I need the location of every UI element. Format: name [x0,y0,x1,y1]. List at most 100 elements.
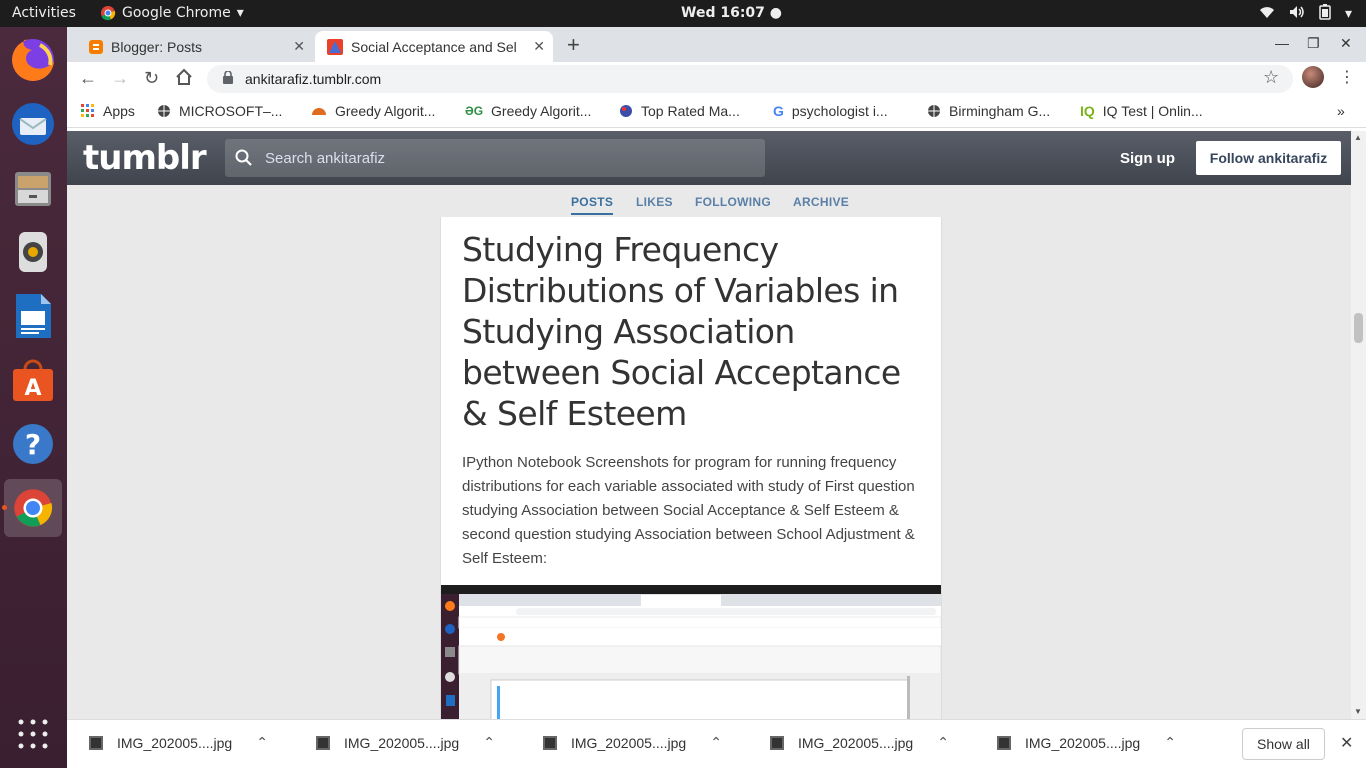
blogger-icon [89,39,103,54]
chrome-icon [14,489,53,527]
home-icon [176,68,192,85]
download-filename: IMG_202005....jpg [571,734,687,751]
dock-libreoffice-writer[interactable] [4,287,62,345]
follow-button[interactable]: Follow ankitarafiz [1196,141,1341,175]
post-body: IPython Notebook Screenshots for program… [462,454,915,567]
chevron-up-icon[interactable]: ⌃ [937,734,949,751]
chevron-up-icon[interactable]: ⌃ [1164,734,1176,751]
thunderbird-icon [12,103,54,145]
close-icon[interactable]: ✕ [533,38,545,55]
bookmark-greedy-2[interactable]: ƏG Greedy Algorit... [465,103,591,119]
tab-tumblr[interactable]: Social Acceptance and Sel ✕ [315,31,553,62]
shopping-bag-icon: A [13,359,53,401]
toolbar: ← → ↻ ankitarafiz.tumblr.com ☆ ⋮ [67,62,1366,96]
more-menu-icon[interactable]: ⋮ [1339,67,1355,87]
scrollbar-thumb[interactable] [1354,313,1363,343]
bookmark-birmingham[interactable]: Birmingham G... [927,103,1050,119]
chevron-down-icon: ▾ [1344,6,1352,22]
dock-firefox[interactable] [4,31,62,89]
download-item[interactable]: IMG_202005....jpg ⌃ [543,734,722,751]
download-item[interactable]: IMG_202005....jpg ⌃ [997,734,1176,751]
svg-text:A: A [24,376,41,401]
activities-button[interactable]: Activities [12,5,76,21]
chevron-up-icon[interactable]: ⌃ [483,734,495,751]
dock-files[interactable] [4,159,62,217]
globe-icon [620,105,632,117]
dock: A ? [0,27,67,768]
bookmark-microsoft[interactable]: MICROSOFT–... [157,103,282,119]
download-item[interactable]: IMG_202005....jpg ⌃ [89,734,268,751]
dock-chrome[interactable] [4,479,62,537]
show-applications-button[interactable] [4,705,62,763]
close-icon[interactable]: ✕ [293,38,305,55]
scroll-down-icon[interactable]: ▼ [1354,707,1362,716]
chrome-window: Blogger: Posts ✕ Social Acceptance and S… [67,27,1366,768]
new-tab-button[interactable]: + [567,32,580,58]
image-file-icon [89,735,103,750]
nav-likes[interactable]: LIKES [636,195,673,209]
app-menu[interactable]: Google Chrome ▾ [100,5,244,21]
bookmark-label: psychologist i... [791,103,888,119]
close-window-button[interactable]: ✕ [1340,35,1352,52]
search-input[interactable]: Search ankitarafiz [225,139,765,177]
bookmark-star-icon[interactable]: ☆ [1263,67,1279,88]
battery-icon [1319,4,1331,24]
bookmark-iq-test[interactable]: IQ IQ Test | Onlin... [1080,103,1203,119]
scroll-up-icon[interactable]: ▲ [1354,133,1362,142]
post-image[interactable] [441,585,941,719]
system-top-bar: Activities Google Chrome ▾ Wed 16:07 ● ▾ [0,0,1366,27]
close-icon[interactable]: ✕ [1340,733,1353,753]
url-text: ankitarafiz.tumblr.com [245,71,382,87]
tab-blogger[interactable]: Blogger: Posts ✕ [77,31,313,62]
lock-icon [223,70,233,87]
tumblr-header: tumblr Search ankitarafiz Sign up Follow… [67,131,1351,185]
download-item[interactable]: IMG_202005....jpg ⌃ [316,734,495,751]
back-button[interactable]: ← [79,68,97,89]
nav-posts[interactable]: POSTS [571,195,614,215]
grid-icon [18,719,48,749]
volume-icon [1289,5,1305,23]
download-filename: IMG_202005....jpg [798,734,914,751]
dock-help[interactable]: ? [4,415,62,473]
minimize-button[interactable]: — [1275,35,1289,51]
bookmarks-bar: Apps MICROSOFT–... Greedy Algorit... ƏG … [67,96,1366,128]
download-item[interactable]: IMG_202005....jpg ⌃ [770,734,949,751]
bookmark-label: Birmingham G... [949,103,1051,119]
avatar[interactable] [1302,66,1324,88]
dock-thunderbird[interactable] [4,95,62,153]
wifi-icon [1259,5,1275,23]
bookmark-top-rated[interactable]: Top Rated Ma... [619,103,740,119]
more-bookmarks-icon[interactable]: » [1337,103,1345,119]
forward-button[interactable]: → [111,68,129,89]
post-title: Studying Frequency Distributions of Vari… [462,230,901,433]
dock-rhythmbox[interactable] [4,223,62,281]
tab-strip: Blogger: Posts ✕ Social Acceptance and S… [67,27,1366,62]
image-file-icon [316,735,330,750]
reload-button[interactable]: ↻ [144,68,159,89]
nav-archive[interactable]: ARCHIVE [793,195,849,209]
page-scrollbar[interactable]: ▲ ▼ [1351,131,1366,719]
chevron-up-icon[interactable]: ⌃ [710,734,722,751]
chevron-up-icon[interactable]: ⌃ [256,734,268,751]
clock[interactable]: Wed 16:07 ● [681,5,782,21]
download-filename: IMG_202005....jpg [117,734,233,751]
system-tray[interactable]: ▾ [1259,4,1352,24]
bookmark-greedy-1[interactable]: Greedy Algorit... [311,103,435,119]
signup-button[interactable]: Sign up [1120,150,1175,167]
bookmark-label: MICROSOFT–... [179,103,283,119]
globe-icon [158,105,170,117]
globe-icon [928,105,940,117]
nav-following[interactable]: FOLLOWING [695,195,771,209]
image-file-icon [770,735,784,750]
maximize-button[interactable]: ❐ [1307,35,1320,52]
dock-software-center[interactable]: A [4,351,62,409]
bookmark-apps[interactable]: Apps [81,103,135,119]
tumblr-logo[interactable]: tumblr [83,138,207,178]
home-button[interactable] [175,68,193,91]
address-bar[interactable]: ankitarafiz.tumblr.com [207,65,1293,93]
file-cabinet-icon [15,172,51,206]
show-all-button[interactable]: Show all [1242,728,1325,760]
blog-nav: POSTS LIKES FOLLOWING ARCHIVE [67,185,1351,217]
speaker-icon [19,232,47,272]
bookmark-psychologist[interactable]: G psychologist i... [773,103,888,119]
